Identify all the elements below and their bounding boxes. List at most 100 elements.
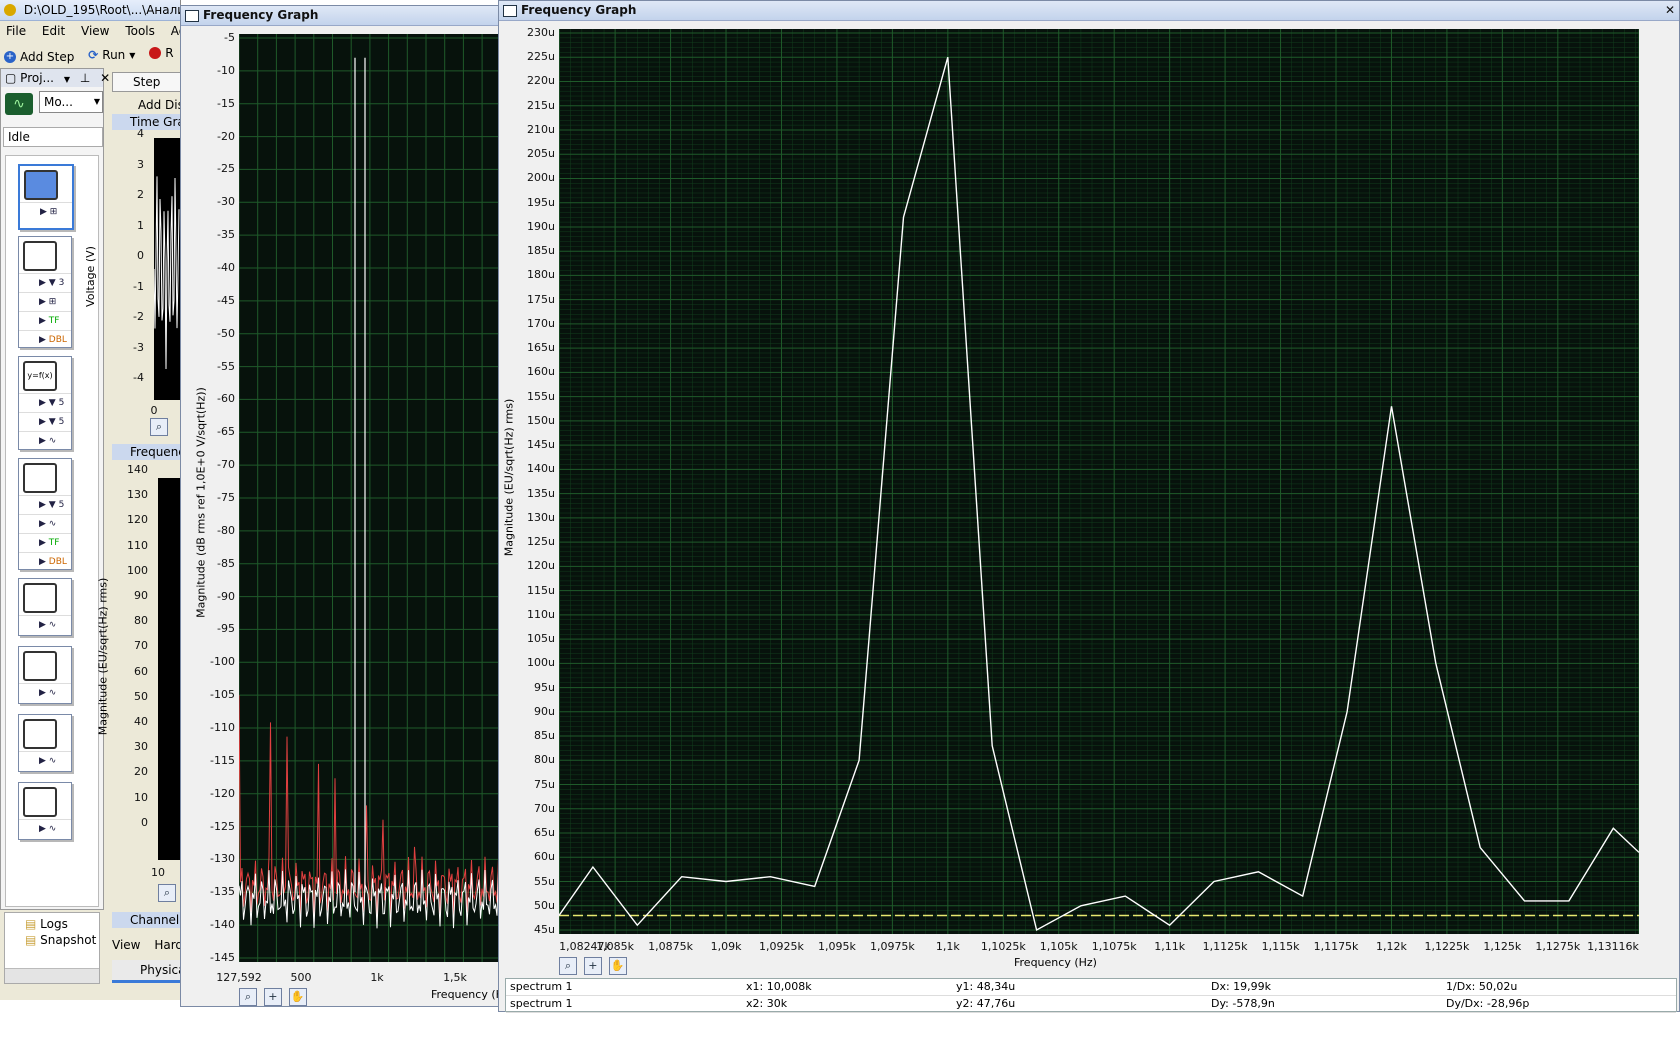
step-row[interactable]: ▶ ∿ xyxy=(19,431,71,450)
freq-left-ytick: -100 xyxy=(210,655,235,669)
tab-hardware[interactable]: Hardw xyxy=(154,938,180,952)
zoom-button[interactable]: ⌕ xyxy=(158,884,179,902)
step-row[interactable]: ▶ ▼ 5 xyxy=(19,393,71,412)
freq-small-ytick: 110 xyxy=(127,538,148,552)
step-tab[interactable]: Step xyxy=(112,72,180,92)
step-row[interactable]: ▶ TF xyxy=(19,533,71,552)
step-row[interactable]: ▶ TF xyxy=(19,311,71,330)
pin-icon[interactable]: ⊥ xyxy=(80,71,90,85)
freq-small-yticks: 140 130 120 110 100 90 80 70 60 50 40 30 20 10 0 xyxy=(122,463,150,860)
logs-item[interactable]: ▤ Logs xyxy=(5,913,99,931)
step-card-graph-3[interactable]: ▶ ∿ xyxy=(18,714,72,772)
step-row[interactable]: ▶ ∿ xyxy=(19,751,71,770)
freq-main-ytick: 185u xyxy=(527,244,555,258)
freq-left-ytick: -110 xyxy=(210,721,235,734)
freq-main-ytick: 55u xyxy=(534,874,555,888)
dropdown-icon[interactable]: ▼ xyxy=(64,75,70,84)
step-row[interactable]: ▶ ⊞ xyxy=(20,202,72,221)
freq-graph-main-titlebar[interactable]: Frequency Graph ✕ xyxy=(499,1,1679,21)
time-graph-plot[interactable] xyxy=(154,138,180,400)
horizontal-scrollbar[interactable] xyxy=(5,968,99,983)
cursor-row[interactable]: spectrum 1 x1: 10,008k y1: 48,34u Dx: 19… xyxy=(506,979,1676,996)
time-graph-yticks: 4 3 2 1 0 -1 -2 -3 -4 xyxy=(130,127,148,404)
freq-small-ylabel: Magnitude (EU/sqrt(Hz) rms) xyxy=(96,577,110,736)
snapshot-item[interactable]: ▤ Snapshot xyxy=(5,931,99,947)
menubar: File Edit View Tools Add S xyxy=(6,24,180,38)
step-row[interactable]: ▶ ▼ 3 xyxy=(19,273,71,292)
freq-main-ytick: 165u xyxy=(527,341,555,355)
freq-left-svg xyxy=(239,34,499,962)
step-card-graph-1[interactable]: ▶ ∿ xyxy=(18,578,72,636)
add-display-button[interactable]: Add Dis xyxy=(112,96,180,114)
freq-main-ytick: 60u xyxy=(534,850,555,864)
run-button[interactable]: ⟳ Run ▼ xyxy=(88,48,135,62)
freq-left-plot[interactable] xyxy=(239,34,499,962)
record-icon xyxy=(149,47,162,59)
freq-main-xtick: 1,1175k xyxy=(1313,940,1359,953)
freq-left-ytick: -130 xyxy=(210,852,235,866)
record-button[interactable]: R xyxy=(149,46,174,60)
cursor-y: y2: 47,76u xyxy=(956,997,1016,1010)
freq-left-ytick: -80 xyxy=(217,523,235,537)
step-row[interactable]: ▶ ∿ xyxy=(19,615,71,634)
freq-main-ytick: 85u xyxy=(534,729,555,743)
freq-left-ytick: -50 xyxy=(217,326,235,340)
freq-main-ytick: 230u xyxy=(527,26,555,39)
zoom-icon[interactable]: ⌕ xyxy=(559,957,577,975)
time-graph-ylabel: Voltage (V) xyxy=(83,246,97,307)
plus-circle-icon: + xyxy=(4,51,16,63)
freq-main-plot[interactable] xyxy=(559,29,1639,934)
time-graph-ytick: 0 xyxy=(137,249,144,262)
freq-small-plot[interactable] xyxy=(158,478,180,860)
step-card-graph-2[interactable]: ▶ ∿ xyxy=(18,646,72,704)
step-card-formula[interactable]: y=f(x) ▶ ▼ 5 ▶ ▼ 5 ▶ ∿ xyxy=(18,356,72,450)
mode-select[interactable]: Mo... ▼ xyxy=(39,91,103,113)
zoom-button[interactable]: ⌕ xyxy=(150,418,171,436)
pan-cursor-icon[interactable]: + xyxy=(263,988,282,1006)
add-step-button[interactable]: + Add Step xyxy=(4,50,74,64)
time-graph-titlebar[interactable]: Time Grap xyxy=(112,114,180,130)
main-toolbar: + Add Step ⟳ Run ▼ R xyxy=(4,46,180,64)
channel-column-header[interactable]: Physical xyxy=(112,960,180,983)
cursor-x: x2: 30k xyxy=(746,997,788,1010)
step-row[interactable]: ▶ ⊞ xyxy=(19,292,71,311)
cursor-row[interactable]: spectrum 1 x2: 30k y2: 47,76u Dy: -578,9… xyxy=(506,996,1676,1013)
app-icon xyxy=(4,4,16,16)
menu-edit[interactable]: Edit xyxy=(42,24,65,38)
tab-view[interactable]: View xyxy=(112,938,140,952)
freq-small-ytick: 50 xyxy=(134,689,148,703)
close-icon[interactable]: ✕ xyxy=(100,71,110,85)
step-card-graph-4[interactable]: ▶ ∿ xyxy=(18,782,72,840)
close-icon[interactable]: ✕ xyxy=(1665,1,1675,20)
freq-small-ytick: 10 xyxy=(134,790,148,804)
step-row[interactable]: ▶ DBL xyxy=(19,552,71,571)
channel-view-titlebar[interactable]: Channel V xyxy=(112,912,180,928)
freq-main-xtick: 1,1025k xyxy=(980,940,1026,953)
freq-main-ytick: 210u xyxy=(527,122,555,136)
freq-main-xtick: 1,105k xyxy=(1039,940,1078,953)
zoom-icon[interactable]: ⌕ xyxy=(239,988,257,1006)
menu-tools[interactable]: Tools xyxy=(125,24,155,38)
freq-main-ytick: 215u xyxy=(527,98,555,112)
step-card-spectrum[interactable]: ▶ ▼ 3 ▶ ⊞ ▶ TF ▶ DBL xyxy=(18,236,72,348)
menu-file[interactable]: File xyxy=(6,24,26,38)
freq-small-ytick: 20 xyxy=(134,765,148,779)
main-window-titlebar[interactable]: D:\OLD_195\Root\...\Анализ_ xyxy=(0,0,180,21)
step-card-sine[interactable]: ▶ ⊞ xyxy=(18,164,74,230)
step-row[interactable]: ▶ DBL xyxy=(19,330,71,349)
step-card-spectrum-2[interactable]: ▶ ▼ 5 ▶ ∿ ▶ TF ▶ DBL xyxy=(18,458,72,570)
freq-main-ytick: 50u xyxy=(534,898,555,912)
step-row[interactable]: ▶ ∿ xyxy=(19,683,71,702)
step-row[interactable]: ▶ ∿ xyxy=(19,514,71,533)
freq-small-ytick: 120 xyxy=(127,513,148,527)
freq-small-titlebar[interactable]: Frequency xyxy=(112,444,180,460)
freq-main-xtick: 1,0925k xyxy=(759,940,804,953)
step-row[interactable]: ▶ ▼ 5 xyxy=(19,495,71,514)
step-row[interactable]: ▶ ▼ 5 xyxy=(19,412,71,431)
menu-view[interactable]: View xyxy=(81,24,109,38)
time-graph-ytick: 2 xyxy=(137,188,144,201)
hand-icon[interactable]: ✋ xyxy=(608,957,627,975)
step-row[interactable]: ▶ ∿ xyxy=(19,819,71,838)
hand-icon[interactable]: ✋ xyxy=(288,988,307,1006)
pan-cursor-icon[interactable]: + xyxy=(583,957,602,975)
